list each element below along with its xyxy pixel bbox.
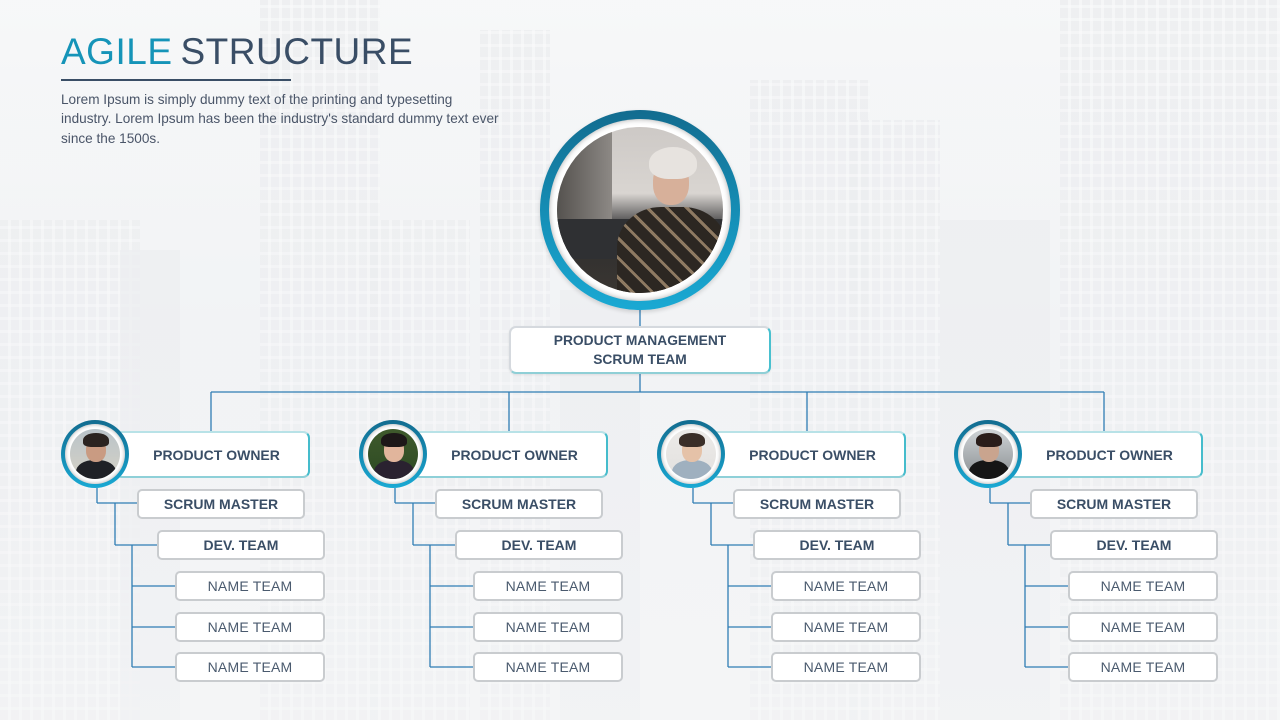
dev-team-label: DEV. TEAM: [1096, 537, 1172, 553]
product-owner-node[interactable]: PRODUCT OWNER: [413, 431, 608, 478]
avatar-photo: [666, 429, 716, 479]
product-owner-node[interactable]: PRODUCT OWNER: [1008, 431, 1203, 478]
avatar-photo: [368, 429, 418, 479]
scrum-master-label: SCRUM MASTER: [1056, 496, 1172, 512]
name-team-label: NAME TEAM: [1100, 659, 1186, 675]
avatar-photo: [70, 429, 120, 479]
name-team-label: NAME TEAM: [803, 619, 889, 635]
product-owner-avatar: [61, 420, 129, 488]
team-column-2: PRODUCT OWNER SCRUM MASTER DEV. TEAM NAM…: [298, 0, 623, 720]
product-owner-label: PRODUCT OWNER: [1046, 446, 1173, 463]
product-owner-label: PRODUCT OWNER: [153, 446, 280, 463]
dev-team-label: DEV. TEAM: [501, 537, 577, 553]
scrum-master-label: SCRUM MASTER: [759, 496, 875, 512]
scrum-master-label: SCRUM MASTER: [461, 496, 577, 512]
product-owner-avatar: [359, 420, 427, 488]
name-team-label: NAME TEAM: [1100, 578, 1186, 594]
team-column-1: PRODUCT OWNER SCRUM MASTER DEV. TEAM NAM…: [0, 0, 325, 720]
name-team-node[interactable]: NAME TEAM: [1068, 612, 1218, 642]
name-team-node[interactable]: NAME TEAM: [1068, 571, 1218, 601]
name-team-label: NAME TEAM: [505, 578, 591, 594]
scrum-master-node[interactable]: SCRUM MASTER: [137, 489, 305, 519]
dev-team-label: DEV. TEAM: [203, 537, 279, 553]
team-column-3: PRODUCT OWNER SCRUM MASTER DEV. TEAM NAM…: [596, 0, 921, 720]
product-owner-node[interactable]: PRODUCT OWNER: [115, 431, 310, 478]
scrum-master-node[interactable]: SCRUM MASTER: [1030, 489, 1198, 519]
name-team-label: NAME TEAM: [207, 619, 293, 635]
product-owner-label: PRODUCT OWNER: [451, 446, 578, 463]
name-team-label: NAME TEAM: [207, 659, 293, 675]
name-team-label: NAME TEAM: [505, 619, 591, 635]
name-team-label: NAME TEAM: [803, 578, 889, 594]
product-owner-avatar: [657, 420, 725, 488]
name-team-node[interactable]: NAME TEAM: [1068, 652, 1218, 682]
product-owner-avatar: [954, 420, 1022, 488]
team-column-4: PRODUCT OWNER SCRUM MASTER DEV. TEAM NAM…: [893, 0, 1218, 720]
name-team-label: NAME TEAM: [207, 578, 293, 594]
name-team-label: NAME TEAM: [1100, 619, 1186, 635]
scrum-master-node[interactable]: SCRUM MASTER: [435, 489, 603, 519]
avatar-photo: [963, 429, 1013, 479]
name-team-label: NAME TEAM: [803, 659, 889, 675]
scrum-master-label: SCRUM MASTER: [163, 496, 279, 512]
product-owner-label: PRODUCT OWNER: [749, 446, 876, 463]
name-team-label: NAME TEAM: [505, 659, 591, 675]
dev-team-label: DEV. TEAM: [799, 537, 875, 553]
scrum-master-node[interactable]: SCRUM MASTER: [733, 489, 901, 519]
product-owner-node[interactable]: PRODUCT OWNER: [711, 431, 906, 478]
dev-team-node[interactable]: DEV. TEAM: [1050, 530, 1218, 560]
